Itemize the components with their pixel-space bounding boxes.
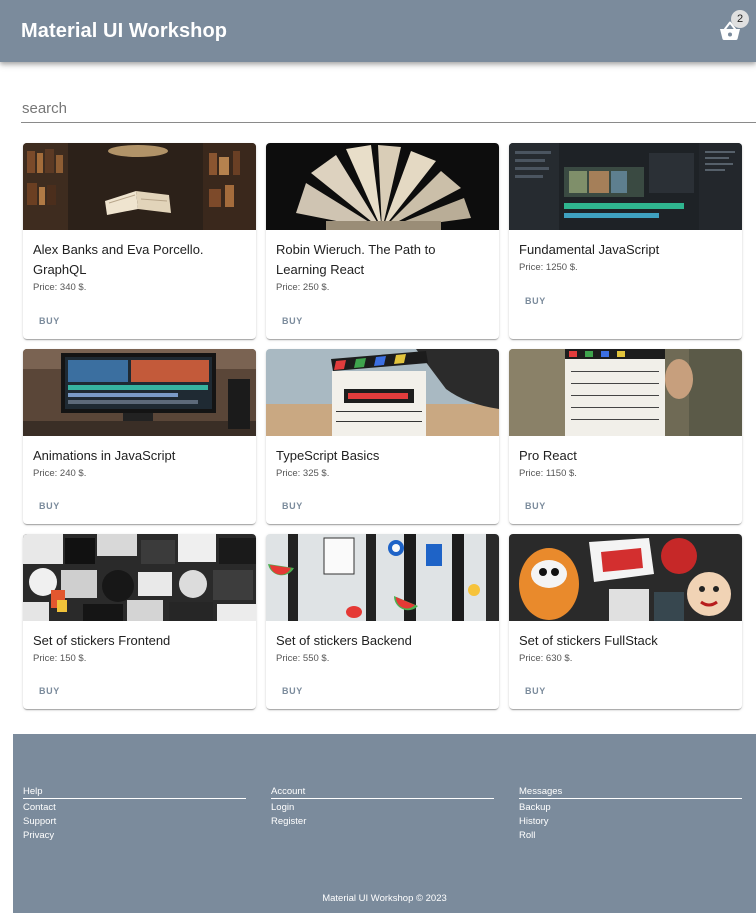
footer-column-account: Account Login Register — [271, 786, 494, 827]
product-image — [23, 143, 256, 230]
buy-button[interactable]: BUY — [33, 498, 66, 514]
footer-link-register[interactable]: Register — [271, 816, 494, 827]
product-price: Price: 630 $. — [519, 653, 573, 664]
product-image — [509, 349, 742, 436]
product-price: Price: 550 $. — [276, 653, 330, 664]
product-title: Set of stickers FullStack — [519, 633, 658, 648]
product-image — [266, 349, 499, 436]
product-image — [23, 534, 256, 621]
product-price: Price: 1150 $. — [519, 468, 577, 479]
footer-column-messages: Messages Backup History Roll — [519, 786, 742, 841]
product-price: Price: 1250 $. — [519, 262, 578, 273]
buy-button[interactable]: BUY — [33, 683, 66, 699]
footer-column-help: Help Contact Support Privacy — [23, 786, 246, 841]
footer-link-privacy[interactable]: Privacy — [23, 830, 246, 841]
product-price: Price: 150 $. — [33, 653, 87, 664]
product-card: Set of stickers Frontend Price: 150 $. B… — [23, 534, 256, 709]
product-image — [23, 349, 256, 436]
product-card: Fundamental JavaScript Price: 1250 $. BU… — [509, 143, 742, 339]
product-image — [266, 143, 499, 230]
product-image — [509, 143, 742, 230]
product-price: Price: 340 $. — [33, 282, 87, 293]
footer-heading: Help — [23, 786, 246, 799]
buy-button[interactable]: BUY — [33, 313, 66, 329]
footer-copyright: Material UI Workshop © 2023 — [322, 893, 447, 904]
product-price: Price: 325 $. — [276, 468, 330, 479]
product-card: Set of stickers Backend Price: 550 $. BU… — [266, 534, 499, 709]
product-title: Set of stickers Backend — [276, 633, 412, 648]
product-title: TypeScript Basics — [276, 448, 380, 463]
product-title: Set of stickers Frontend — [33, 633, 171, 648]
footer: Help Contact Support Privacy Account Log… — [13, 734, 756, 913]
footer-heading: Messages — [519, 786, 742, 799]
footer-link-login[interactable]: Login — [271, 802, 494, 813]
product-card: TypeScript Basics Price: 325 $. BUY — [266, 349, 499, 524]
buy-button[interactable]: BUY — [276, 498, 309, 514]
app-bar: Material UI Workshop 2 — [0, 0, 756, 62]
product-card: Animations in JavaScript Price: 240 $. B… — [23, 349, 256, 524]
cart-button[interactable]: 2 — [718, 10, 749, 43]
footer-link-history[interactable]: History — [519, 816, 742, 827]
app-title: Material UI Workshop — [21, 19, 228, 42]
buy-button[interactable]: BUY — [276, 683, 309, 699]
footer-link-roll[interactable]: Roll — [519, 830, 742, 841]
footer-link-support[interactable]: Support — [23, 816, 246, 827]
product-price: Price: 250 $. — [276, 282, 330, 293]
buy-button[interactable]: BUY — [519, 683, 552, 699]
buy-button[interactable]: BUY — [276, 313, 309, 329]
product-image — [509, 534, 742, 621]
search-input[interactable] — [21, 94, 756, 122]
product-card: Pro React Price: 1150 $. BUY — [509, 349, 742, 524]
product-card: Set of stickers FullStack Price: 630 $. … — [509, 534, 742, 709]
buy-button[interactable]: BUY — [519, 498, 552, 514]
product-image — [266, 534, 499, 621]
cart-count-badge: 2 — [731, 10, 749, 28]
product-title: Robin Wieruch. The Path to Learning Reac… — [276, 242, 436, 277]
buy-button[interactable]: BUY — [519, 293, 552, 309]
footer-link-contact[interactable]: Contact — [23, 802, 246, 813]
footer-heading: Account — [271, 786, 494, 799]
product-title: Pro React — [519, 448, 577, 463]
footer-link-backup[interactable]: Backup — [519, 802, 742, 813]
search-field — [21, 94, 756, 123]
product-card: Robin Wieruch. The Path to Learning Reac… — [266, 143, 499, 339]
product-title: Fundamental JavaScript — [519, 242, 660, 257]
product-card: Alex Banks and Eva Porcello. GraphQL Pri… — [23, 143, 256, 339]
product-title: Alex Banks and Eva Porcello. GraphQL — [33, 242, 204, 277]
product-price: Price: 240 $. — [33, 468, 87, 479]
product-title: Animations in JavaScript — [33, 448, 176, 463]
